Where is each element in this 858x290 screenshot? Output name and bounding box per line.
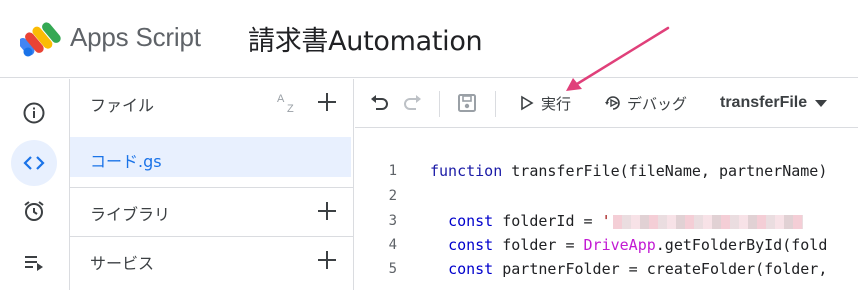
editor-toolbar: 実行 デバッグ transferFile xyxy=(355,79,858,128)
code-token: const xyxy=(448,260,494,278)
function-select-value: transferFile xyxy=(720,94,808,111)
files-panel: ファイル A Z コード.gs ライブラリ サービス xyxy=(70,79,354,290)
code-token: folderId = xyxy=(493,212,602,230)
svg-text:A: A xyxy=(277,93,285,105)
toolbar-separator xyxy=(495,91,496,117)
code-token: partnerFolder = createFolder(folder, xyxy=(493,260,828,278)
run-label: 実行 xyxy=(541,94,572,113)
debug-label: デバッグ xyxy=(627,94,688,113)
code-token: transferFile(fileName, partnerName) xyxy=(502,162,828,180)
services-section: サービス xyxy=(70,237,353,285)
undo-icon[interactable] xyxy=(367,91,391,115)
code-icon xyxy=(23,156,45,170)
code-token: ' xyxy=(601,212,611,230)
add-service-button[interactable] xyxy=(315,248,339,272)
dropdown-arrow-icon xyxy=(815,100,828,107)
code-line[interactable]: 1 function transferFile(fileName, partner… xyxy=(355,161,858,183)
apps-script-logo-icon[interactable] xyxy=(20,19,64,59)
file-item-code-gs[interactable]: コード.gs xyxy=(70,137,351,177)
save-icon[interactable] xyxy=(455,91,479,115)
file-name: コード.gs xyxy=(90,152,162,171)
info-icon xyxy=(23,102,45,124)
add-library-button[interactable] xyxy=(315,199,339,223)
code-text: const partnerFolder = createFolder(folde… xyxy=(430,260,827,278)
debug-icon xyxy=(605,96,620,110)
files-section-label: ファイル xyxy=(90,96,155,115)
overview-button[interactable] xyxy=(11,90,57,136)
triggers-button[interactable] xyxy=(11,188,57,234)
code-token: DriveApp xyxy=(583,236,656,254)
services-label: サービス xyxy=(90,254,155,273)
line-number: 3 xyxy=(388,213,397,229)
function-select[interactable]: transferFile xyxy=(720,91,831,115)
redacted-value xyxy=(612,214,803,229)
code-token: .getFolderById(fold xyxy=(655,236,828,254)
code-line[interactable]: 3 const folderId = ' xyxy=(355,211,858,233)
code-token: folder = xyxy=(493,236,584,254)
line-number: 5 xyxy=(388,261,397,277)
code-line[interactable]: 5 const partnerFolder = createFolder(fol… xyxy=(355,259,858,281)
app-name: Apps Script xyxy=(70,22,201,52)
add-file-button[interactable] xyxy=(315,90,339,114)
editor-button[interactable] xyxy=(11,140,57,186)
code-line[interactable]: 2 xyxy=(355,186,858,208)
libraries-section: ライブラリ xyxy=(70,188,353,236)
alarm-clock-icon xyxy=(24,201,44,221)
code-line[interactable]: 4 const folder = DriveApp.getFolderById(… xyxy=(355,235,858,257)
line-number: 1 xyxy=(388,163,397,179)
executions-icon xyxy=(25,256,43,271)
code-text: const folderId = ' xyxy=(430,212,803,230)
line-number: 2 xyxy=(388,188,397,204)
play-icon xyxy=(521,95,534,111)
libraries-label: ライブラリ xyxy=(90,205,171,224)
code-text: const folder = DriveApp.getFolderById(fo… xyxy=(430,236,827,254)
toolbar-separator xyxy=(439,91,440,117)
app-header: Apps Script 請求書Automation xyxy=(0,0,858,78)
redo-icon[interactable] xyxy=(401,91,425,115)
code-token: const xyxy=(448,212,494,230)
code-token: function xyxy=(430,162,503,180)
sort-az-icon[interactable]: A Z xyxy=(275,90,301,116)
debug-button[interactable]: デバッグ xyxy=(603,91,687,115)
executions-button[interactable] xyxy=(11,239,57,285)
left-nav-rail xyxy=(0,79,70,290)
code-editor[interactable]: 1 function transferFile(fileName, partner… xyxy=(355,129,858,290)
code-token: const xyxy=(448,236,494,254)
run-button[interactable]: 実行 xyxy=(517,91,571,115)
files-header: ファイル A Z xyxy=(70,79,353,127)
svg-text:Z: Z xyxy=(287,103,294,115)
line-number: 4 xyxy=(388,237,397,253)
project-title[interactable]: 請求書Automation xyxy=(248,19,483,58)
code-text: function transferFile(fileName, partnerN… xyxy=(430,162,827,180)
